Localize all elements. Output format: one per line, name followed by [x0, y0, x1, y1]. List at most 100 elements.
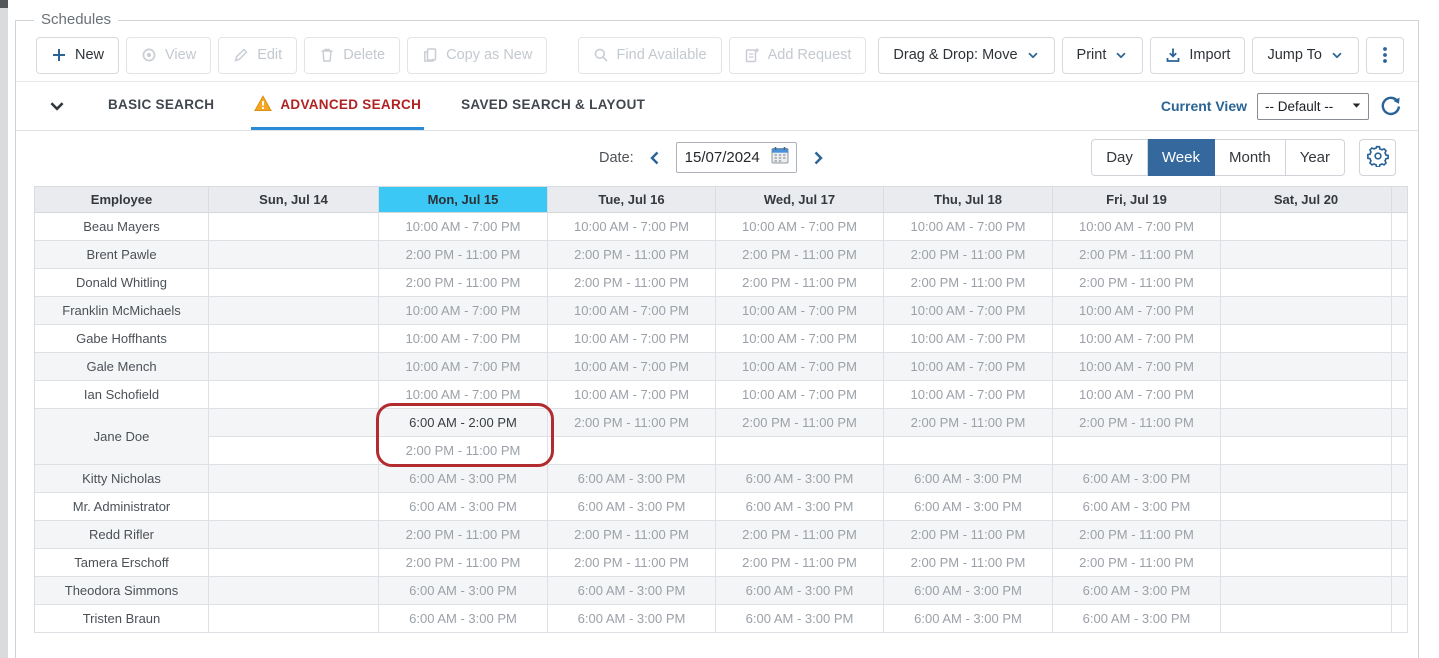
shift-cell[interactable]: [209, 465, 379, 493]
shift-cell[interactable]: 6:00 AM - 3:00 PM: [548, 605, 716, 633]
shift-cell[interactable]: [209, 241, 379, 269]
shift-cell[interactable]: 6:00 AM - 3:00 PM: [548, 493, 716, 521]
shift-cell[interactable]: 10:00 AM - 7:00 PM: [884, 325, 1053, 353]
shift-cell[interactable]: 6:00 AM - 3:00 PM: [884, 605, 1053, 633]
shift-cell[interactable]: 10:00 AM - 7:00 PM: [1053, 325, 1221, 353]
shift-cell[interactable]: 10:00 AM - 7:00 PM: [716, 381, 884, 409]
tab-basic-search[interactable]: BASIC SEARCH: [105, 82, 217, 130]
shift-cell[interactable]: 6:00 AM - 3:00 PM: [379, 605, 548, 633]
print-button[interactable]: Print: [1062, 37, 1144, 74]
shift-cell[interactable]: 6:00 AM - 3:00 PM: [716, 465, 884, 493]
shift-cell[interactable]: 10:00 AM - 7:00 PM: [884, 213, 1053, 241]
shift-cell[interactable]: 2:00 PM - 11:00 PM: [716, 409, 884, 437]
shift-cell[interactable]: 2:00 PM - 11:00 PM: [1053, 409, 1221, 437]
jump-to-button[interactable]: Jump To: [1252, 37, 1359, 74]
shift-cell[interactable]: 10:00 AM - 7:00 PM: [379, 325, 548, 353]
shift-cell[interactable]: 2:00 PM - 11:00 PM: [379, 549, 548, 577]
shift-cell[interactable]: [1221, 605, 1392, 633]
shift-cell[interactable]: 2:00 PM - 11:00 PM: [548, 269, 716, 297]
shift-cell[interactable]: [716, 437, 884, 465]
shift-cell[interactable]: [1221, 269, 1392, 297]
shift-cell[interactable]: [1221, 465, 1392, 493]
shift-cell[interactable]: 6:00 AM - 3:00 PM: [716, 577, 884, 605]
shift-cell[interactable]: [209, 213, 379, 241]
shift-cell[interactable]: 10:00 AM - 7:00 PM: [548, 297, 716, 325]
shift-cell[interactable]: 6:00 AM - 2:00 PM: [379, 409, 548, 437]
next-date-button[interactable]: [808, 148, 828, 168]
shift-cell[interactable]: 2:00 PM - 11:00 PM: [1053, 241, 1221, 269]
shift-cell[interactable]: 6:00 AM - 3:00 PM: [716, 605, 884, 633]
shift-cell[interactable]: 10:00 AM - 7:00 PM: [716, 297, 884, 325]
shift-cell[interactable]: 2:00 PM - 11:00 PM: [379, 521, 548, 549]
shift-cell[interactable]: 10:00 AM - 7:00 PM: [379, 297, 548, 325]
shift-cell[interactable]: 2:00 PM - 11:00 PM: [884, 521, 1053, 549]
collapse-search-icon[interactable]: [44, 82, 70, 130]
shift-cell[interactable]: 2:00 PM - 11:00 PM: [716, 521, 884, 549]
view-month-button[interactable]: Month: [1215, 139, 1286, 176]
drag-drop-mode-button[interactable]: Drag & Drop: Move: [878, 37, 1054, 74]
shift-cell[interactable]: [209, 521, 379, 549]
shift-cell[interactable]: [209, 493, 379, 521]
date-input[interactable]: [685, 149, 765, 166]
shift-cell[interactable]: [1221, 493, 1392, 521]
shift-cell[interactable]: [1221, 213, 1392, 241]
shift-cell[interactable]: [209, 577, 379, 605]
view-week-button[interactable]: Week: [1148, 139, 1215, 176]
shift-cell[interactable]: 10:00 AM - 7:00 PM: [716, 213, 884, 241]
calendar-icon[interactable]: [770, 145, 790, 170]
more-actions-button[interactable]: [1366, 37, 1404, 74]
settings-button[interactable]: [1359, 139, 1396, 176]
shift-cell[interactable]: 2:00 PM - 11:00 PM: [548, 549, 716, 577]
shift-cell[interactable]: 6:00 AM - 3:00 PM: [379, 465, 548, 493]
shift-cell[interactable]: [1221, 437, 1392, 465]
shift-cell[interactable]: [548, 437, 716, 465]
shift-cell[interactable]: 2:00 PM - 11:00 PM: [716, 549, 884, 577]
shift-cell[interactable]: 2:00 PM - 11:00 PM: [884, 409, 1053, 437]
shift-cell[interactable]: [884, 437, 1053, 465]
shift-cell[interactable]: 2:00 PM - 11:00 PM: [884, 241, 1053, 269]
shift-cell[interactable]: 10:00 AM - 7:00 PM: [379, 353, 548, 381]
shift-cell[interactable]: 6:00 AM - 3:00 PM: [884, 493, 1053, 521]
shift-cell[interactable]: 2:00 PM - 11:00 PM: [884, 269, 1053, 297]
shift-cell[interactable]: [209, 269, 379, 297]
shift-cell[interactable]: 2:00 PM - 11:00 PM: [1053, 549, 1221, 577]
shift-cell[interactable]: [209, 409, 379, 437]
shift-cell[interactable]: 2:00 PM - 11:00 PM: [548, 521, 716, 549]
shift-cell[interactable]: [1221, 353, 1392, 381]
shift-cell[interactable]: [1221, 381, 1392, 409]
shift-cell[interactable]: 6:00 AM - 3:00 PM: [1053, 577, 1221, 605]
new-button[interactable]: New: [36, 37, 119, 74]
shift-cell[interactable]: [1221, 241, 1392, 269]
shift-cell[interactable]: [1221, 549, 1392, 577]
shift-cell[interactable]: 2:00 PM - 11:00 PM: [716, 269, 884, 297]
shift-cell[interactable]: 10:00 AM - 7:00 PM: [884, 297, 1053, 325]
shift-cell[interactable]: 10:00 AM - 7:00 PM: [1053, 297, 1221, 325]
prev-date-button[interactable]: [645, 148, 665, 168]
shift-cell[interactable]: 2:00 PM - 11:00 PM: [1053, 269, 1221, 297]
shift-cell[interactable]: 10:00 AM - 7:00 PM: [548, 325, 716, 353]
shift-cell[interactable]: [1221, 577, 1392, 605]
shift-cell[interactable]: 2:00 PM - 11:00 PM: [1053, 521, 1221, 549]
shift-cell[interactable]: [209, 325, 379, 353]
find-available-button[interactable]: Find Available: [578, 37, 722, 74]
shift-cell[interactable]: 10:00 AM - 7:00 PM: [884, 381, 1053, 409]
shift-cell[interactable]: 6:00 AM - 3:00 PM: [1053, 605, 1221, 633]
shift-cell[interactable]: [1221, 409, 1392, 437]
shift-cell[interactable]: [1053, 437, 1221, 465]
shift-cell[interactable]: [209, 437, 379, 465]
shift-cell[interactable]: 10:00 AM - 7:00 PM: [379, 381, 548, 409]
refresh-icon[interactable]: [1379, 95, 1402, 118]
shift-cell[interactable]: [209, 549, 379, 577]
import-button[interactable]: Import: [1150, 37, 1245, 74]
shift-cell[interactable]: 10:00 AM - 7:00 PM: [548, 353, 716, 381]
shift-cell[interactable]: 10:00 AM - 7:00 PM: [1053, 381, 1221, 409]
view-year-button[interactable]: Year: [1286, 139, 1345, 176]
shift-cell[interactable]: 6:00 AM - 3:00 PM: [884, 577, 1053, 605]
shift-cell[interactable]: 2:00 PM - 11:00 PM: [716, 241, 884, 269]
shift-cell[interactable]: [1221, 325, 1392, 353]
shift-cell[interactable]: [209, 605, 379, 633]
add-request-button[interactable]: Add Request: [729, 37, 867, 74]
shift-cell[interactable]: 10:00 AM - 7:00 PM: [1053, 213, 1221, 241]
shift-cell[interactable]: 6:00 AM - 3:00 PM: [884, 465, 1053, 493]
shift-cell[interactable]: 2:00 PM - 11:00 PM: [379, 437, 548, 465]
